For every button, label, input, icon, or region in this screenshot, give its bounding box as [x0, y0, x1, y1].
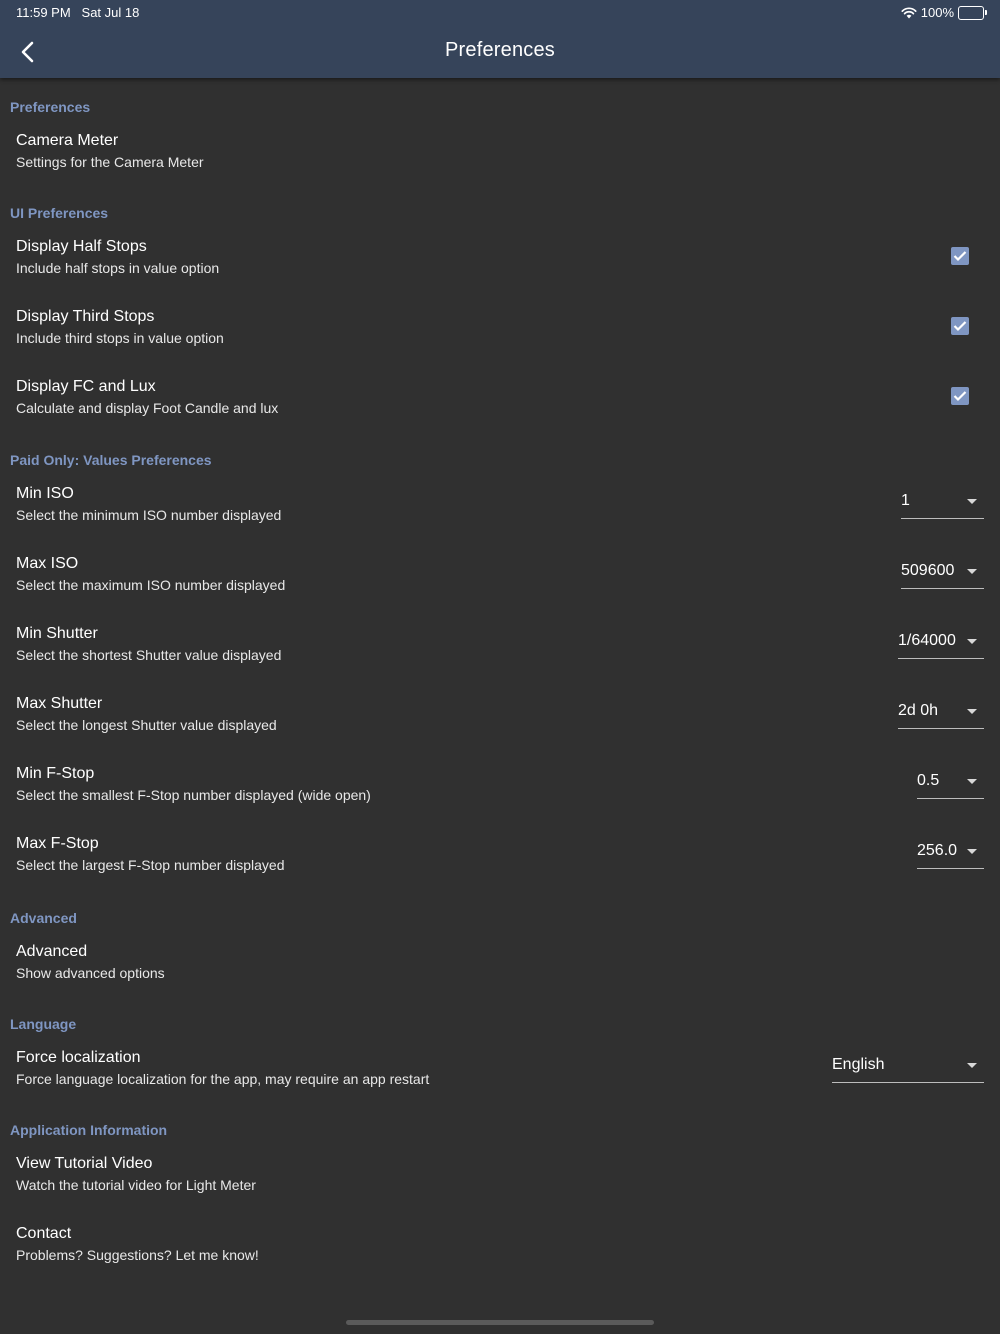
pref-title: Max ISO	[16, 555, 79, 572]
checkmark-icon	[953, 321, 967, 332]
checkmark-icon	[953, 251, 967, 262]
pref-max-fstop: Max F-Stop Select the largest F-Stop num…	[0, 835, 1000, 895]
battery-percent: 100%	[920, 5, 954, 20]
pref-title: View Tutorial Video	[16, 1155, 153, 1172]
pref-camera-meter[interactable]: Camera Meter Settings for the Camera Met…	[0, 132, 1000, 192]
pref-title: Min F-Stop	[16, 765, 95, 782]
pref-display-half-stops[interactable]: Display Half Stops Include half stops in…	[0, 238, 1000, 298]
pref-display-third-stops[interactable]: Display Third Stops Include third stops …	[0, 308, 1000, 368]
pref-subtitle: Force language localization for the app,…	[16, 1071, 430, 1087]
section-header-ui: UI Preferences	[10, 205, 109, 221]
pref-subtitle: Select the longest Shutter value display…	[16, 717, 277, 733]
dropdown-value: 1/64000	[898, 632, 956, 649]
pref-title: Max Shutter	[16, 695, 103, 712]
max-shutter-dropdown[interactable]: 2d 0h	[898, 700, 984, 729]
language-dropdown[interactable]: English	[832, 1054, 984, 1083]
pref-subtitle: Select the largest F-Stop number display…	[16, 857, 285, 873]
pref-title: Camera Meter	[16, 132, 119, 149]
dropdown-value: 1	[901, 492, 910, 509]
pref-title: Contact	[16, 1225, 72, 1242]
dropdown-arrow-icon	[967, 779, 977, 784]
section-header-preferences: Preferences	[10, 99, 91, 115]
pref-subtitle: Select the shortest Shutter value displa…	[16, 647, 282, 663]
dropdown-arrow-icon	[967, 709, 977, 714]
dropdown-arrow-icon	[967, 849, 977, 854]
status-right: 100%	[901, 5, 987, 20]
section-header-app-info: Application Information	[10, 1122, 168, 1138]
pref-title: Max F-Stop	[16, 835, 99, 852]
pref-display-fc-lux[interactable]: Display FC and Lux Calculate and display…	[0, 378, 1000, 438]
pref-contact[interactable]: Contact Problems? Suggestions? Let me kn…	[0, 1225, 1000, 1285]
max-iso-dropdown[interactable]: 509600	[901, 560, 984, 589]
pref-subtitle: Select the smallest F-Stop number displa…	[16, 787, 371, 803]
fc-lux-checkbox[interactable]	[951, 387, 969, 405]
pref-min-fstop: Min F-Stop Select the smallest F-Stop nu…	[0, 765, 1000, 825]
pref-title: Display Half Stops	[16, 238, 147, 255]
pref-min-shutter: Min Shutter Select the shortest Shutter …	[0, 625, 1000, 685]
pref-subtitle: Calculate and display Foot Candle and lu…	[16, 400, 279, 416]
pref-title: Force localization	[16, 1049, 141, 1066]
dropdown-value: English	[832, 1056, 885, 1073]
pref-subtitle: Settings for the Camera Meter	[16, 154, 204, 170]
pref-view-tutorial[interactable]: View Tutorial Video Watch the tutorial v…	[0, 1155, 1000, 1215]
pref-max-iso: Max ISO Select the maximum ISO number di…	[0, 555, 1000, 615]
dropdown-value: 2d 0h	[898, 702, 939, 719]
pref-subtitle: Include third stops in value option	[16, 330, 224, 346]
third-stops-checkbox[interactable]	[951, 317, 969, 335]
dropdown-arrow-icon	[967, 569, 977, 574]
pref-advanced[interactable]: Advanced Show advanced options	[0, 943, 1000, 1003]
dropdown-value: 256.0	[917, 842, 958, 859]
pref-max-shutter: Max Shutter Select the longest Shutter v…	[0, 695, 1000, 755]
pref-subtitle: Select the maximum ISO number displayed	[16, 577, 286, 593]
section-header-language: Language	[10, 1016, 77, 1032]
dropdown-arrow-icon	[967, 639, 977, 644]
dropdown-arrow-icon	[967, 1063, 977, 1068]
dropdown-arrow-icon	[967, 499, 977, 504]
pref-subtitle: Show advanced options	[16, 965, 165, 981]
pref-title: Display FC and Lux	[16, 378, 156, 395]
pref-subtitle: Include half stops in value option	[16, 260, 220, 276]
min-iso-dropdown[interactable]: 1	[901, 490, 984, 519]
pref-subtitle: Watch the tutorial video for Light Meter	[16, 1177, 256, 1193]
dropdown-value: 0.5	[917, 772, 940, 789]
max-fstop-dropdown[interactable]: 256.0	[917, 840, 984, 869]
checkmark-icon	[953, 391, 967, 402]
pref-min-iso: Min ISO Select the minimum ISO number di…	[0, 485, 1000, 545]
page-title: Preferences	[444, 39, 556, 61]
min-shutter-dropdown[interactable]: 1/64000	[898, 630, 984, 659]
pref-title: Min Shutter	[16, 625, 98, 642]
pref-title: Min ISO	[16, 485, 74, 502]
dropdown-value: 509600	[901, 562, 955, 579]
min-fstop-dropdown[interactable]: 0.5	[917, 770, 984, 799]
wifi-icon	[901, 6, 917, 18]
section-header-advanced: Advanced	[10, 910, 77, 926]
pref-title: Display Third Stops	[16, 308, 155, 325]
pref-force-localization: Force localization Force language locali…	[0, 1049, 1000, 1109]
pref-subtitle: Problems? Suggestions? Let me know!	[16, 1247, 259, 1263]
half-stops-checkbox[interactable]	[951, 247, 969, 265]
pref-subtitle: Select the minimum ISO number displayed	[16, 507, 282, 523]
status-time: 11:59 PM Sat Jul 18	[16, 5, 140, 20]
battery-icon	[958, 5, 987, 20]
home-indicator[interactable]	[346, 1320, 654, 1325]
section-header-values: Paid Only: Values Preferences	[10, 452, 212, 468]
pref-title: Advanced	[16, 943, 88, 960]
status-bar: 11:59 PM Sat Jul 18 100%	[0, 0, 1000, 24]
